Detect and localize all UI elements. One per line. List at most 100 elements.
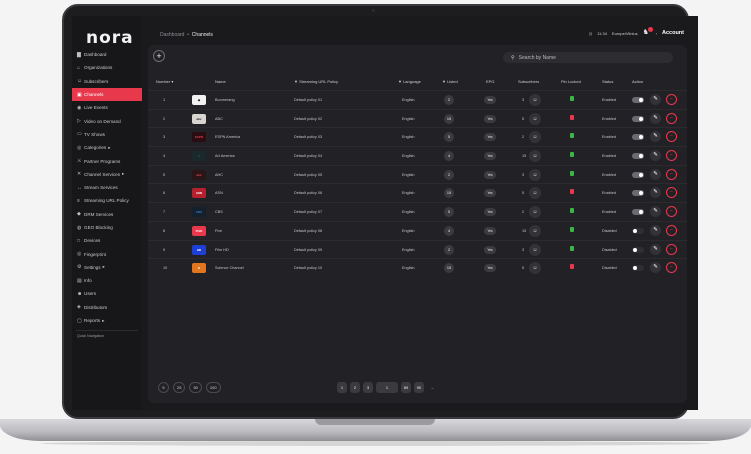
page-number-button[interactable]: 89 <box>401 382 411 393</box>
status-toggle[interactable] <box>632 209 644 216</box>
edit-icon[interactable]: ✎ <box>650 168 661 180</box>
delete-icon[interactable]: − <box>666 206 677 218</box>
table-row[interactable]: 3 ESPN ESPN America Default policy 03 Englis… <box>148 127 687 146</box>
subscribers-icon[interactable]: ☺ <box>529 112 541 125</box>
breadcrumb-root[interactable]: Dashboard <box>160 32 184 38</box>
subscriber-count: 15 <box>522 228 527 233</box>
edit-icon[interactable]: ✎ <box>650 206 661 218</box>
edit-icon[interactable]: ✎ <box>650 94 661 105</box>
delete-icon[interactable]: − <box>666 150 677 162</box>
edit-icon[interactable]: ✎ <box>650 243 661 255</box>
status-toggle[interactable] <box>632 97 644 103</box>
status-toggle[interactable] <box>632 227 644 234</box>
delete-icon[interactable]: − <box>666 224 677 236</box>
subscribers-icon[interactable]: ☺ <box>529 150 541 163</box>
page-jump-input[interactable]: 1 <box>376 382 398 393</box>
subscribers-icon[interactable]: ☺ <box>529 187 541 200</box>
sidebar-item-streaming-url-policy[interactable]: ≡ Streaming URL Policy <box>72 194 142 207</box>
delete-icon[interactable]: − <box>666 94 677 105</box>
status-toggle[interactable] <box>632 134 644 141</box>
header-listed-filter[interactable]: ▼ Listed <box>442 79 458 84</box>
status-toggle[interactable] <box>632 190 644 197</box>
channel-name: ASN <box>215 191 223 196</box>
header-language-filter[interactable]: ▼ Language <box>398 79 421 84</box>
page-number-button[interactable]: 3 <box>363 382 373 393</box>
listed-count-badge: 4 <box>444 151 454 162</box>
sidebar-item-info[interactable]: ▤ Info <box>72 274 142 287</box>
sidebar-item-distributors[interactable]: ◈ Distributors <box>72 301 142 314</box>
add-channel-button[interactable]: + <box>153 50 165 62</box>
table-row[interactable]: 8 FIVE Five Default policy 08 English 4 Yes 15 ☺… <box>148 220 687 240</box>
subscribers-icon[interactable]: ☺ <box>529 224 541 237</box>
edit-icon[interactable]: ✎ <box>650 224 661 236</box>
sidebar-item-fingerprint[interactable]: ◎ Fingerprint <box>72 247 142 260</box>
page-number-button[interactable]: 90 <box>414 382 424 393</box>
page-number-button[interactable]: 1 <box>337 382 347 393</box>
table-row[interactable]: 5 ahc AHC Default policy 05 English 2 Yes 3 ☺ Ena… <box>148 164 687 184</box>
delete-icon[interactable]: − <box>666 187 677 199</box>
page-size-option[interactable]: 50 <box>189 382 202 393</box>
edit-icon[interactable]: ✎ <box>650 112 661 124</box>
table-row[interactable]: 10 S Science Channel Default policy 10 Engli… <box>148 258 687 277</box>
search-icon: ⚲ <box>511 54 515 61</box>
subscribers-icon[interactable]: ☺ <box>529 94 541 106</box>
header-number[interactable]: Number ▾ <box>156 79 173 84</box>
edit-icon[interactable]: ✎ <box>650 187 661 199</box>
next-page-arrow-icon[interactable]: → <box>427 382 437 393</box>
sidebar-item-video-on-demand[interactable]: ▷ Video on Demand <box>72 114 142 127</box>
sidebar-item-reports[interactable]: ▢ Reports ▸ <box>72 314 142 327</box>
subscribers-icon[interactable]: ☺ <box>529 206 541 219</box>
table-row[interactable]: 9 HD Film HD Default policy 09 English 2 Yes 3 ☺… <box>148 239 687 259</box>
edit-icon[interactable]: ✎ <box>650 262 661 274</box>
table-row[interactable]: 7 CBS CBS Default policy 07 English 5 Yes 2 ☺ Ena… <box>148 202 687 221</box>
sidebar-item-devices[interactable]: □ Devices <box>72 234 142 247</box>
table-row[interactable]: 4 ○ Art America Default policy 04 English 4 Ye… <box>148 146 687 165</box>
page-size-option[interactable]: 25 <box>173 382 186 393</box>
app-logo[interactable]: nora <box>86 28 134 48</box>
notification-bell-icon[interactable]: ♞ <box>643 27 653 37</box>
sidebar-item-geo-blocking[interactable]: ◍ GEO Blocking <box>72 221 142 234</box>
sidebar-item-settings[interactable]: ⚙ Settings ▸ <box>72 261 142 274</box>
search-input[interactable]: ⚲ Search by Name <box>503 52 673 63</box>
quick-navigation-label[interactable]: Quick Navigation <box>72 334 142 338</box>
edit-icon[interactable]: ✎ <box>650 150 661 162</box>
sidebar-item-partner-programs[interactable]: ⚔ Partner Programs <box>72 154 142 167</box>
sidebar-item-stream-services[interactable]: ↔ Stream Services <box>72 181 142 194</box>
sidebar-item-subscribers[interactable]: ☺ Subscribers <box>72 75 142 88</box>
page-size-option[interactable]: 5 <box>158 382 169 393</box>
table-row[interactable]: 1 ◆ Boomerang Default policy 01 English 2 Yes 3… <box>148 90 687 109</box>
timezone-text: Europe/Vilnius <box>611 30 638 36</box>
page-number-button[interactable]: 2 <box>350 382 360 393</box>
delete-icon[interactable]: − <box>666 131 677 143</box>
sidebar-item-organizations[interactable]: ⌂ Organizations <box>72 61 142 74</box>
sidebar-item-channel-services[interactable]: ✕ Channel Services ▸ <box>72 168 142 181</box>
subscribers-icon[interactable]: ☺ <box>529 168 541 181</box>
delete-icon[interactable]: − <box>666 112 677 124</box>
delete-icon[interactable]: − <box>666 168 677 180</box>
status-toggle[interactable] <box>632 265 644 272</box>
subscribers-icon[interactable]: ☺ <box>529 243 541 256</box>
delete-icon[interactable]: − <box>666 262 677 274</box>
status-toggle[interactable] <box>632 171 644 178</box>
delete-icon[interactable]: − <box>666 243 677 255</box>
sidebar-item-tv-shows[interactable]: ▭ TV Shows <box>72 128 142 141</box>
status-toggle[interactable] <box>632 115 644 122</box>
status-toggle[interactable] <box>632 246 644 253</box>
account-button[interactable]: Account <box>662 30 684 36</box>
page-size-option[interactable]: 100 <box>205 382 221 393</box>
sidebar-item-live-events[interactable]: ◉ Live Events <box>72 101 142 114</box>
header-policy-filter[interactable]: ▼ Streaming URL Policy <box>294 79 338 84</box>
subscribers-icon[interactable]: ☺ <box>529 262 541 275</box>
sidebar-item-users[interactable]: ☻ Users <box>72 287 142 300</box>
sidebar-item-categories[interactable]: ◎ Categories ▸ <box>72 141 142 154</box>
subscriber-count: 2 <box>522 210 525 215</box>
table-row[interactable]: 2 abc ABC Default policy 02 English 15 Yes 5 ☺ En… <box>148 108 687 128</box>
table-row[interactable]: 6 ASN ASN Default policy 06 English 15 Yes 5 ☺ En… <box>148 183 687 202</box>
sidebar-item-channels[interactable]: ▣ Channels <box>72 87 142 102</box>
subscribers-icon[interactable]: ☺ <box>529 131 541 144</box>
edit-icon[interactable]: ✎ <box>650 131 661 143</box>
sidebar-item-drm-services[interactable]: ◆ DRM Services <box>72 208 142 221</box>
stream-icon: ↔ <box>77 184 82 191</box>
status-toggle[interactable] <box>632 153 644 160</box>
sidebar-item-dashboard[interactable]: ▇ Dashboard <box>72 48 142 61</box>
